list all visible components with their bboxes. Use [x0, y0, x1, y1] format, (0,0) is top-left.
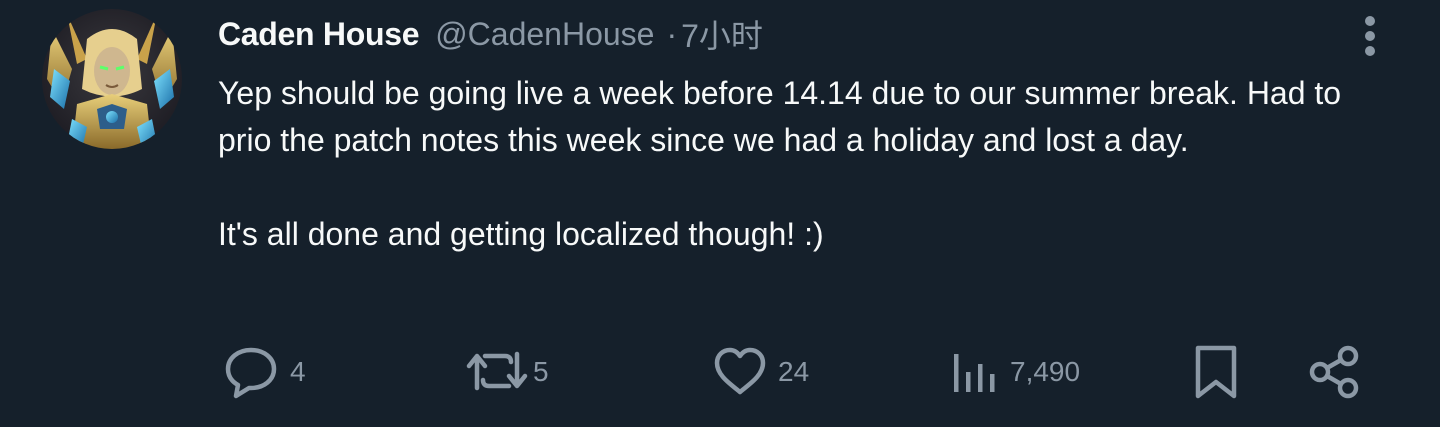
timestamp[interactable]: 7小时	[681, 11, 763, 57]
author-handle[interactable]: @CadenHouse	[435, 16, 654, 53]
views-count: 7,490	[1010, 356, 1081, 387]
retweet-button[interactable]: 5	[465, 342, 549, 402]
bookmark-icon	[1195, 345, 1237, 399]
tweet: Caden House @CadenHouse · 7小时 Yep should…	[0, 0, 1440, 427]
like-count: 24	[778, 356, 810, 387]
more-options-button[interactable]	[1352, 12, 1388, 60]
reply-icon	[225, 347, 277, 399]
bookmark-button[interactable]	[1192, 342, 1240, 402]
views-button[interactable]: 7,490	[950, 342, 1080, 402]
tweet-text: Yep should be going live a week before 1…	[218, 70, 1398, 258]
retweet-count: 5	[533, 356, 549, 387]
views-chart-icon	[954, 354, 995, 392]
share-button[interactable]	[1306, 342, 1364, 402]
reply-button[interactable]: 4	[222, 342, 306, 402]
tweet-paragraph: It's all done and getting localized thou…	[218, 216, 824, 252]
avatar-image	[42, 9, 182, 149]
retweet-icon	[466, 351, 528, 391]
action-bar: 4 5 24 7,490	[0, 342, 1440, 402]
like-button[interactable]: 24	[712, 342, 809, 402]
tweet-header: Caden House @CadenHouse · 7小时	[218, 12, 763, 56]
heart-icon	[714, 347, 766, 395]
avatar[interactable]	[42, 9, 182, 149]
share-icon	[1309, 345, 1359, 399]
author-display-name[interactable]: Caden House	[218, 16, 419, 53]
separator-dot: ·	[666, 15, 678, 52]
reply-count: 4	[290, 356, 306, 387]
tweet-paragraph: Yep should be going live a week before 1…	[218, 75, 1342, 158]
more-vertical-icon	[1365, 16, 1375, 56]
